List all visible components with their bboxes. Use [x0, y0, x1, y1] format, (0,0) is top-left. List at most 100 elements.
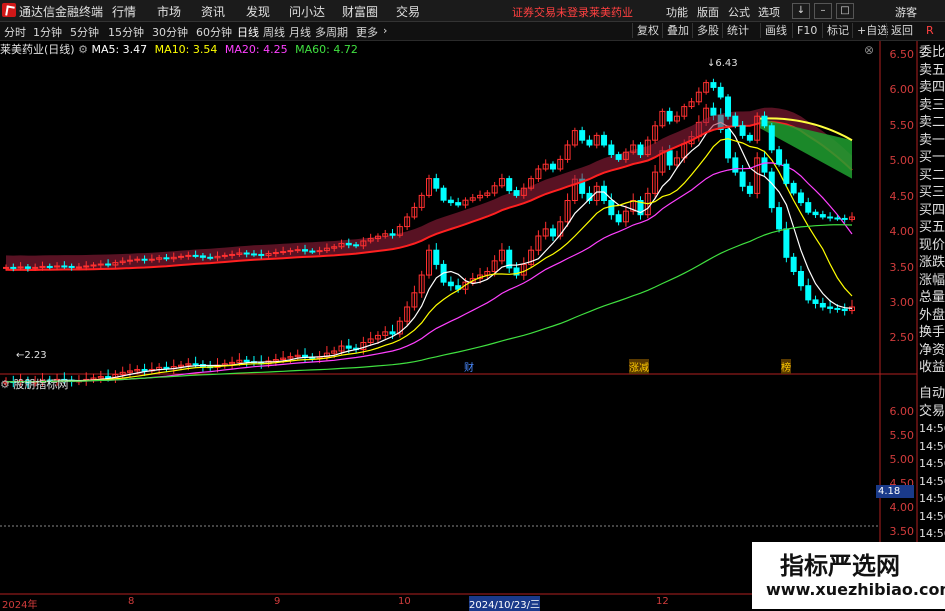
- tab-monthly[interactable]: 月线: [289, 24, 311, 40]
- menu-news[interactable]: 资讯: [201, 3, 225, 20]
- menu-layout[interactable]: 版面: [697, 4, 719, 20]
- candle-body: [32, 266, 39, 269]
- tab-1min[interactable]: 1分钟: [33, 24, 62, 40]
- tab-multi-period[interactable]: 多周期: [315, 24, 348, 40]
- tab-5min[interactable]: 5分钟: [70, 24, 99, 40]
- side-time: 14:56: [919, 527, 945, 540]
- candle-body: [710, 107, 717, 116]
- menu-options[interactable]: 选项: [758, 4, 780, 20]
- back-button[interactable]: 返回: [886, 23, 917, 38]
- menu-formula[interactable]: 公式: [728, 4, 750, 20]
- help-icon[interactable]: ↓: [792, 3, 810, 19]
- candle-body: [54, 265, 61, 268]
- tab-30min[interactable]: 30分钟: [152, 24, 188, 40]
- side-item[interactable]: 委比: [919, 44, 945, 62]
- draw-button[interactable]: 画线: [760, 23, 791, 38]
- side-item[interactable]: 涨跌: [919, 254, 945, 272]
- candle-body: [192, 254, 199, 257]
- f10-button[interactable]: F10: [792, 23, 821, 38]
- menu-trade[interactable]: 交易: [396, 3, 420, 20]
- menu-ask[interactable]: 问小达: [289, 3, 325, 20]
- watermark-title: 指标严选网: [780, 552, 900, 580]
- mark-button[interactable]: 标记: [822, 23, 853, 38]
- chevron-right-icon[interactable]: ›: [383, 24, 387, 37]
- candle-body: [790, 256, 797, 273]
- side-item[interactable]: 卖五: [919, 62, 945, 80]
- xtick: 10: [398, 596, 411, 607]
- watermark-url: www.xuezhibiao.com: [766, 580, 945, 599]
- tab-timeshare[interactable]: 分时: [4, 24, 26, 40]
- candle-body: [819, 302, 826, 308]
- side-item[interactable]: 卖四: [919, 79, 945, 97]
- adjust-button[interactable]: 复权: [632, 23, 663, 38]
- settings-gear-icon[interactable]: ⚙: [78, 43, 91, 56]
- window-controls: ↓ – □: [788, 2, 854, 19]
- candle-body: [819, 214, 826, 218]
- candle-body: [185, 254, 192, 257]
- menu-discover[interactable]: 发现: [246, 3, 270, 20]
- side-item[interactable]: 净资: [919, 342, 945, 360]
- tab-15min[interactable]: 15分钟: [108, 24, 144, 40]
- side-item[interactable]: 总量: [919, 289, 945, 307]
- candle-body: [746, 185, 753, 194]
- side-item[interactable]: 卖一: [919, 132, 945, 150]
- menu-market[interactable]: 市场: [157, 3, 181, 20]
- tab-weekly[interactable]: 周线: [263, 24, 285, 40]
- side-item[interactable]: 交易: [919, 403, 945, 421]
- side-item[interactable]: 买四: [919, 202, 945, 220]
- minimize-icon[interactable]: –: [814, 3, 832, 19]
- candle-body: [615, 154, 622, 160]
- tab-more[interactable]: 更多: [356, 24, 378, 40]
- login-notice[interactable]: 证券交易未登录: [512, 4, 589, 20]
- settings-gear-icon[interactable]: ⚙: [0, 378, 13, 391]
- multi-stock-button[interactable]: 多股: [692, 23, 723, 38]
- side-item[interactable]: 外盘: [919, 307, 945, 325]
- r-icon[interactable]: R: [926, 24, 934, 37]
- event-marker[interactable]: 涨减: [629, 359, 649, 374]
- candle-body: [783, 228, 790, 258]
- side-item[interactable]: 买五: [919, 219, 945, 237]
- side-item[interactable]: 现价: [919, 237, 945, 255]
- candle-body: [447, 281, 454, 287]
- candle-body: [141, 258, 148, 261]
- overlay-button[interactable]: 叠加: [662, 23, 693, 38]
- stats-button[interactable]: 统计: [722, 23, 753, 38]
- side-item[interactable]: 买一: [919, 149, 945, 167]
- ma5-value: MA5: 3.47: [91, 43, 148, 56]
- tab-60min[interactable]: 60分钟: [196, 24, 232, 40]
- candle-body: [433, 249, 440, 265]
- sub-chart-header: ⚙ 股朋指标网: [0, 376, 68, 391]
- side-item[interactable]: 买二: [919, 167, 945, 185]
- trade-side-panel: 自动 交易 14:56 14:56 14:56 14:56 14:56 14:5…: [919, 385, 945, 543]
- candle-body: [725, 129, 732, 159]
- event-marker[interactable]: 榜: [781, 359, 791, 374]
- ytick: 5.50: [889, 429, 915, 442]
- side-item[interactable]: 自动: [919, 385, 945, 403]
- menu-wealth[interactable]: 财富圈: [342, 3, 378, 20]
- close-icon[interactable]: ⊗: [864, 43, 874, 57]
- tab-daily[interactable]: 日线: [237, 24, 259, 40]
- sub-yaxis: 6.00 5.50 5.00 4.50 4.00 3.50: [880, 374, 917, 544]
- side-item[interactable]: 卖三: [919, 97, 945, 115]
- side-item[interactable]: 收益: [919, 359, 945, 377]
- user-label[interactable]: 游客: [895, 4, 917, 20]
- side-item[interactable]: 涨幅: [919, 272, 945, 290]
- side-item[interactable]: 换手: [919, 324, 945, 342]
- candle-body: [739, 125, 746, 136]
- candle-body: [229, 253, 236, 256]
- ytick: 2.50: [889, 331, 915, 344]
- candle-body: [10, 266, 17, 269]
- period-toolbar: 分时 1分钟 5分钟 15分钟 30分钟 60分钟 日线 周线 月线 多周期 更…: [0, 22, 945, 41]
- chart-canvas[interactable]: [0, 41, 945, 609]
- side-item[interactable]: 卖二: [919, 114, 945, 132]
- side-item[interactable]: 买三: [919, 184, 945, 202]
- high-label: ↓6.43: [707, 58, 738, 69]
- candle-body: [163, 257, 170, 260]
- event-marker[interactable]: 财: [464, 359, 474, 374]
- maximize-icon[interactable]: □: [836, 3, 854, 19]
- ytick: 6.50: [889, 48, 915, 61]
- ytick: 3.00: [889, 296, 915, 309]
- menu-function[interactable]: 功能: [666, 4, 688, 20]
- menu-quotes[interactable]: 行情: [112, 3, 136, 20]
- candle-body: [732, 115, 739, 127]
